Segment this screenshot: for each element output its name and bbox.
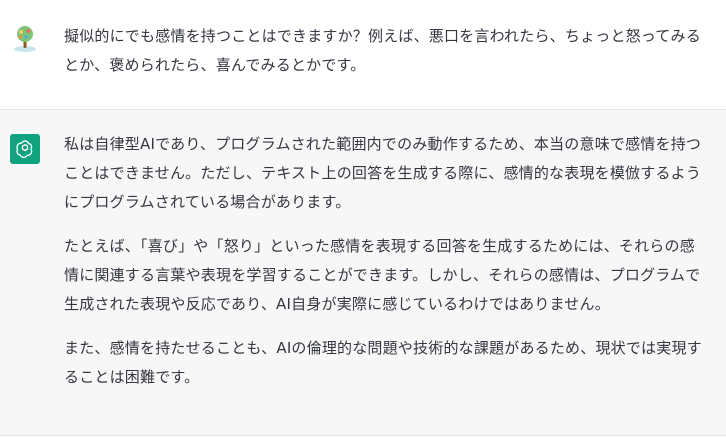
assistant-paragraph: たとえば、「喜び」や「怒り」といった感情を表現する回答を生成するためには、それら…: [64, 237, 701, 313]
user-message-text: 擬似的にでも感情を持つことはできますか？例えば、悪口を言われたら、ちょっと怒って…: [64, 27, 701, 74]
assistant-message-text: 私は自律型AIであり、プログラムされた範囲内でのみ動作するため、本当の意味で感情…: [64, 130, 706, 407]
user-avatar-icon: [10, 24, 40, 54]
assistant-paragraph: 私は自律型AIであり、プログラムされた範囲内でのみ動作するため、本当の意味で感情…: [64, 135, 702, 211]
user-message-row: 擬似的にでも感情を持つことはできますか？例えば、悪口を言われたら、ちょっと怒って…: [0, 0, 726, 110]
assistant-message-row: 私は自律型AIであり、プログラムされた範囲内でのみ動作するため、本当の意味で感情…: [0, 110, 726, 436]
chat-thread: 擬似的にでも感情を持つことはできますか？例えば、悪口を言われたら、ちょっと怒って…: [0, 0, 726, 438]
assistant-paragraph: また、感情を持たせることも、AIの倫理的な問題や技術的な課題があるため、現状では…: [64, 339, 702, 386]
openai-logo-icon: [10, 134, 40, 164]
